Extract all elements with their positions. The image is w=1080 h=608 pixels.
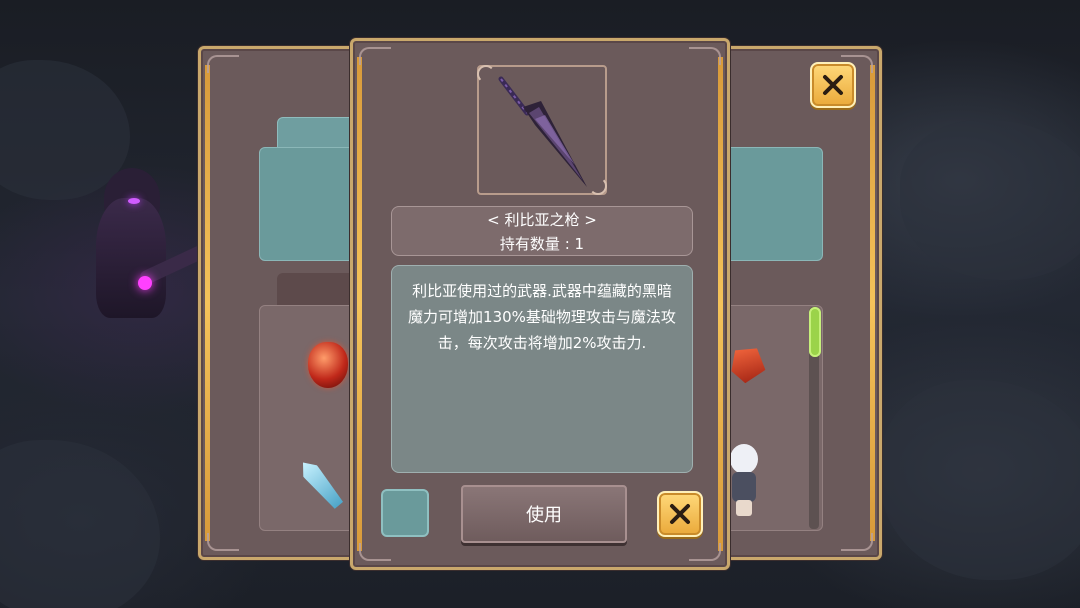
item-description-box: 利比亚使用过的武器.武器中蕴藏的黑暗魔力可增加130%基础物理攻击与魔法攻击，每…: [391, 265, 693, 473]
character-portrait-icon[interactable]: [724, 444, 764, 518]
close-dialog-button[interactable]: [657, 491, 703, 537]
close-icon: [670, 504, 690, 524]
close-icon: [823, 75, 843, 95]
close-inventory-button[interactable]: [810, 62, 856, 108]
item-description: 利比亚使用过的武器.武器中蕴藏的黑暗魔力可增加130%基础物理攻击与魔法攻击，每…: [408, 282, 676, 352]
item-slot-button[interactable]: [381, 489, 429, 537]
inventory-tab[interactable]: [277, 117, 359, 149]
use-button-label: 使用: [526, 505, 562, 526]
item-image-frame: [477, 65, 607, 195]
dark-spear-icon: [498, 76, 587, 187]
inventory-list-left: [259, 305, 357, 531]
item-detail-dialog: < 利比亚之枪 > 持有数量 : 1 利比亚使用过的武器.武器中蕴藏的黑暗魔力可…: [350, 38, 730, 570]
inventory-scrollbar-thumb[interactable]: [809, 307, 821, 357]
item-name: < 利比亚之枪 >: [487, 211, 597, 229]
inventory-tab-secondary[interactable]: [277, 273, 357, 305]
item-name-box: < 利比亚之枪 > 持有数量 : 1: [391, 206, 693, 256]
item-owned-count: 持有数量 : 1: [499, 235, 585, 253]
background-rock: [880, 380, 1080, 580]
use-button[interactable]: 使用: [461, 485, 627, 543]
inventory-header-left: [259, 147, 357, 261]
inventory-header-right: [725, 147, 823, 261]
background-rock: [900, 120, 1080, 280]
background-rock: [0, 440, 160, 608]
dark-mage-character: [78, 168, 208, 348]
fire-gem-item-icon[interactable]: [308, 342, 348, 388]
